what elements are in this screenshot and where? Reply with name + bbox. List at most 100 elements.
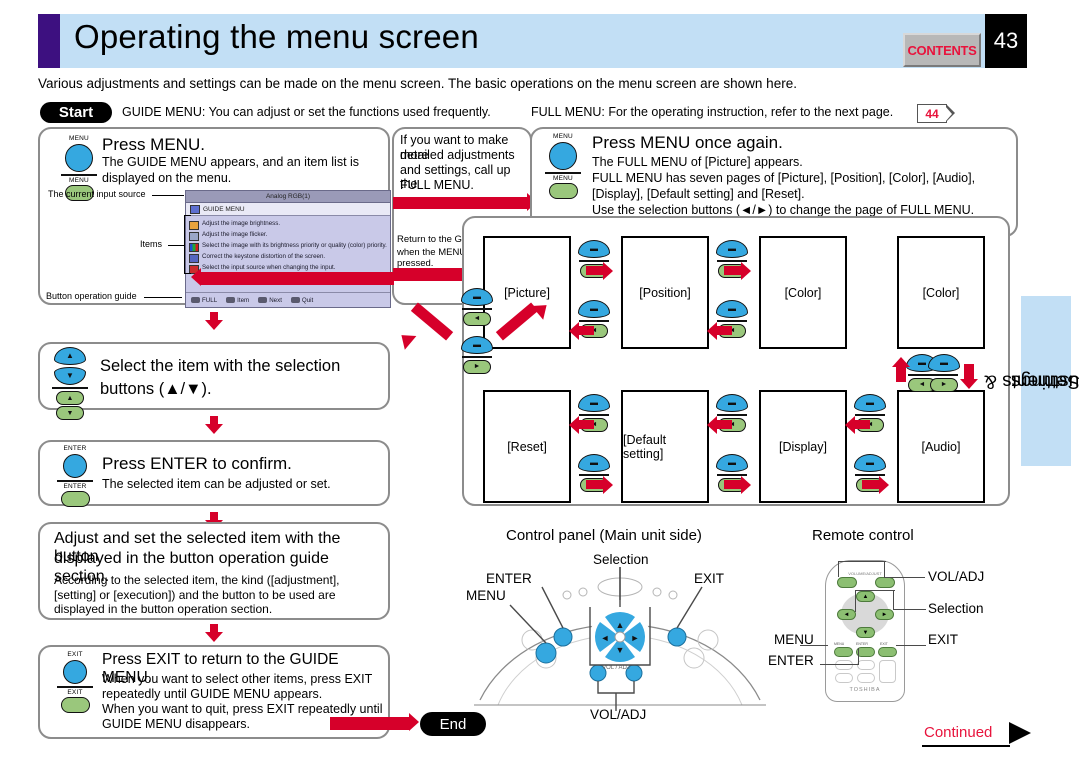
remote-right-button: ► — [875, 609, 894, 620]
svg-text:◄: ◄ — [601, 633, 610, 643]
osd-item-list: Adjust the image brightness. Adjust the … — [186, 216, 390, 274]
remote-label-exit: EXIT — [928, 632, 959, 647]
osd-menu-label: GUIDE MENU — [203, 205, 245, 213]
keystone-icon — [189, 253, 199, 263]
leader-line — [855, 590, 857, 612]
osd-item: Select the image with its brightness pri… — [189, 242, 387, 252]
menu-page-default-setting: [Default setting] — [621, 390, 709, 503]
flow-arrow-left — [569, 322, 594, 340]
menu-page-color: [Color] — [759, 236, 847, 349]
flow-arrow-up — [892, 357, 910, 382]
header-accent-bar — [38, 14, 60, 68]
step5-sub3: When you want to quit, press EXIT repeat… — [102, 702, 383, 716]
svg-text:►: ► — [631, 633, 640, 643]
control-panel-button-circle — [63, 454, 87, 478]
svg-text:▼: ▼ — [616, 645, 625, 655]
label-voladj: VOL/ADJ — [590, 707, 647, 722]
remote-exit-label: EXIT — [880, 642, 888, 646]
selection-petal: ▬ — [854, 394, 886, 412]
page-reference-44[interactable]: 44 — [917, 104, 955, 123]
step1-heading: Press MENU. — [102, 135, 205, 154]
remote-label-selection: Selection — [928, 601, 984, 616]
selection-petal: ▬ — [461, 336, 493, 354]
selection-icon-diag-left: ▬ ◄ — [457, 288, 497, 326]
osd-item: Adjust the image flicker. — [189, 231, 387, 241]
return-arrow-left — [191, 268, 394, 286]
remote-left-button: ◄ — [837, 609, 856, 620]
fullmenu-sub3: [Display], [Default setting] and [Reset]… — [592, 187, 805, 201]
remote-label-enter: ENTER — [768, 653, 814, 668]
leader-line — [893, 590, 895, 610]
icon-divider — [57, 480, 93, 482]
flow-arrow-left — [569, 416, 594, 434]
icon-divider — [579, 414, 609, 416]
svg-text:▲: ▲ — [616, 620, 625, 630]
step-adjust-item: Adjust and set the selected item with th… — [38, 522, 390, 620]
start-badge: Start — [40, 102, 112, 123]
selection-petal: ▬ — [716, 394, 748, 412]
label-menu: MENU — [466, 588, 506, 603]
leader-line — [858, 648, 860, 665]
remote-down-button: ▼ — [56, 406, 84, 420]
page-title: Operating the menu screen — [74, 18, 479, 55]
icon-divider — [930, 374, 958, 376]
osd-item-label: Correct the keystone distortion of the s… — [202, 253, 326, 260]
contents-button[interactable]: CONTENTS — [903, 33, 981, 67]
step3-sub: The selected item can be adjusted or set… — [102, 477, 331, 491]
callout-line — [184, 215, 191, 216]
item-key-icon — [226, 297, 236, 303]
menu-page-audio: [Audio] — [897, 390, 985, 503]
menu-page-position: [Position] — [621, 236, 709, 349]
flow-arrow-down — [960, 364, 978, 389]
selection-petal: ▬ — [578, 454, 610, 472]
icon-divider — [57, 686, 93, 688]
remote-down-button: ▼ — [856, 627, 875, 638]
leader-line — [896, 645, 926, 647]
callout-items: Items — [140, 239, 163, 249]
leader-line — [894, 609, 926, 611]
remote-aux-button — [857, 660, 875, 670]
callout-input-source: The current input source — [48, 189, 146, 199]
full-menu-description: FULL MENU: For the operating instruction… — [531, 105, 894, 119]
label-enter: ENTER — [486, 571, 532, 586]
osd-button-guide: FULL Item Next Quit — [186, 292, 390, 307]
start-badge-label: Start — [58, 104, 94, 121]
selection-icon-diag-right: ▬ ► — [457, 336, 497, 374]
brightness-icon — [189, 220, 199, 230]
selection-petal: ▬ — [716, 454, 748, 472]
osd-guide-item: Item — [226, 297, 249, 304]
step5-sub1: When you want to select other items, pre… — [102, 672, 373, 686]
arrow-to-full-menu — [393, 193, 537, 211]
osd-guide-full: FULL — [191, 297, 217, 304]
manual-page: Operating the menu screen CONTENTS 43 Va… — [0, 0, 1080, 764]
remote-volume-label: VOLUME/ADJUST — [848, 571, 882, 576]
remote-mute-button — [857, 673, 875, 683]
menu-page-color-right: [Color] — [897, 236, 985, 349]
end-badge: End — [420, 712, 486, 736]
remote-button-pill — [548, 183, 578, 199]
fullmenu-sub2: FULL MENU has seven pages of [Picture], … — [592, 171, 976, 185]
full-key-icon — [191, 297, 200, 303]
page-reference-label: 44 — [925, 106, 939, 121]
osd-item: Adjust the image brightness. — [189, 220, 387, 230]
icon-divider — [579, 320, 609, 322]
fullmenu-heading: Press MENU once again. — [592, 133, 783, 152]
svg-text:VOL / ADJ: VOL / ADJ — [602, 665, 630, 671]
leader-line — [884, 561, 886, 578]
selection-petal: ▬ — [578, 394, 610, 412]
remote-right-button: ► — [930, 377, 958, 392]
flow-arrow-right — [724, 476, 751, 494]
osd-item-label: Adjust the image flicker. — [202, 231, 268, 238]
remote-vol-up-button — [875, 577, 895, 588]
remote-menu-label: MENU — [834, 642, 845, 646]
osd-item: Correct the keystone distortion of the s… — [189, 253, 387, 263]
remote-body: VOLUME/ADJUST ▲ ◄ ► ▼ MENU ENTER EXIT TO… — [825, 560, 905, 702]
selection-petal: ▬ — [716, 300, 748, 318]
remote-brand: TOSHIBA — [849, 687, 881, 693]
side-tab-adjustments-settings: Adjustments & Settings — [985, 296, 1080, 466]
remote-up-button: ▲ — [856, 591, 875, 602]
remote-button-pill — [60, 491, 90, 507]
step1-sub: The GUIDE MENU appears, and an item list… — [102, 155, 360, 185]
contents-button-label: CONTENTS — [907, 42, 977, 58]
exit-button-top-label: EXIT — [67, 651, 83, 658]
